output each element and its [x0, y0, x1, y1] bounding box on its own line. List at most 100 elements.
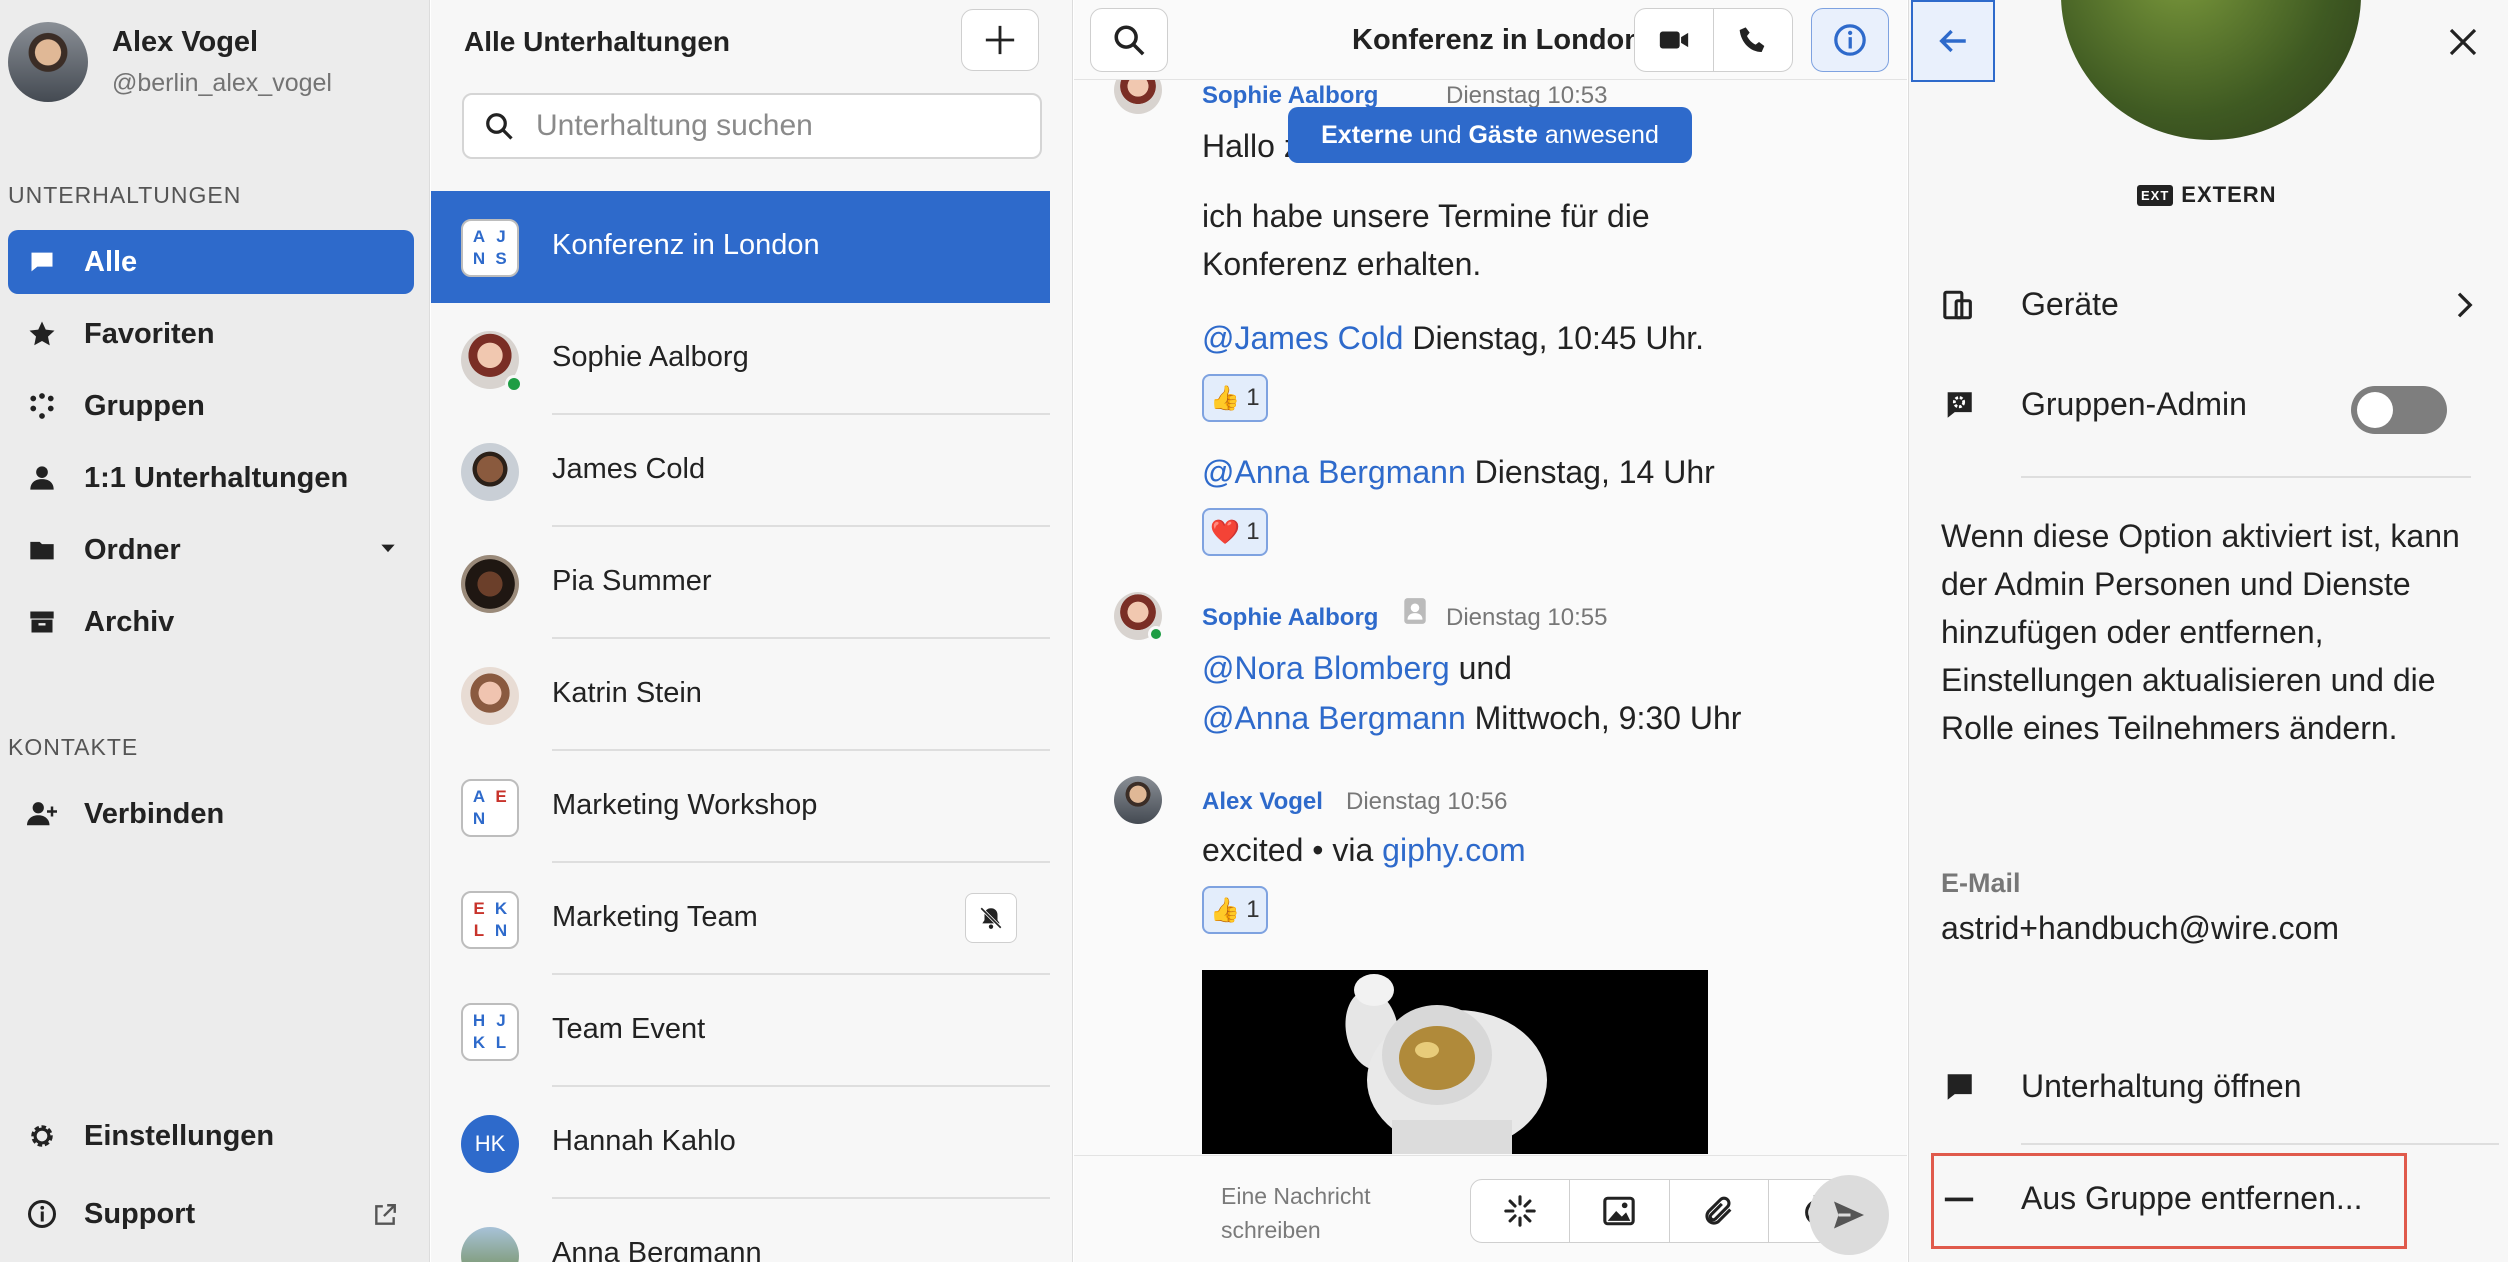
sidebar-item-gruppen[interactable]: Gruppen	[8, 374, 414, 438]
conversation-name: Marketing Workshop	[552, 789, 818, 821]
participant-details-panel: EXT EXTERN Geräte Gruppen-Admin Wenn die…	[1908, 0, 2508, 1262]
conversation-item-james-cold[interactable]: James Cold	[431, 415, 1050, 527]
search-icon	[484, 111, 514, 141]
group-avatar: A E N	[461, 779, 519, 837]
conversation-item-marketing-workshop[interactable]: A E N Marketing Workshop	[431, 751, 1050, 863]
conversation-item-sophie-aalborg[interactable]: Sophie Aalborg	[431, 303, 1050, 415]
video-camera-icon	[1657, 23, 1691, 57]
devices-row[interactable]: Geräte	[1939, 286, 2499, 323]
giphy-link[interactable]: giphy.com	[1382, 832, 1525, 868]
avatar[interactable]	[1114, 80, 1162, 114]
sidebar-item-favoriten[interactable]: Favoriten	[8, 302, 414, 366]
user-profile[interactable]: Alex Vogel @berlin_alex_vogel	[8, 22, 332, 102]
conversation-item-marketing-team[interactable]: E K L N Marketing Team	[431, 863, 1050, 975]
avatar: HK	[461, 1115, 519, 1173]
settings-button[interactable]: Einstellungen	[8, 1104, 414, 1168]
chat-bubble-icon	[26, 246, 58, 278]
conversation-item-pia-summer[interactable]: Pia Summer	[431, 527, 1050, 639]
avatar[interactable]	[1114, 776, 1162, 824]
message-time: Dienstag 10:53	[1446, 82, 1608, 109]
info-icon	[1833, 23, 1867, 57]
attach-file-button[interactable]	[1670, 1180, 1769, 1242]
mention[interactable]: @Anna Bergmann	[1202, 454, 1466, 490]
gif-image-astronaut[interactable]	[1202, 970, 1708, 1154]
sidebar-item-label: Ordner	[84, 533, 181, 566]
sidebar-item-alle[interactable]: Alle	[8, 230, 414, 294]
message-input[interactable]: Eine Nachricht schreiben	[1221, 1179, 1401, 1247]
external-link-icon	[372, 1202, 398, 1228]
group-avatar: A J N S	[461, 219, 519, 277]
divider	[2021, 1143, 2499, 1145]
send-button[interactable]	[1809, 1175, 1889, 1255]
new-conversation-button[interactable]	[961, 9, 1039, 71]
avatar	[461, 667, 519, 725]
message-composer: Eine Nachricht schreiben	[1074, 1155, 1907, 1262]
arrow-left-icon	[1936, 24, 1970, 58]
conversation-info-button[interactable]	[1811, 8, 1889, 72]
conversation-name: Konferenz in London	[552, 229, 820, 261]
open-conversation-button[interactable]: Unterhaltung öffnen	[1939, 1068, 2499, 1105]
conversation-list-panel: Alle Unterhaltungen A J N S Konferenz in…	[431, 0, 1073, 1262]
guests-present-tooltip: Externe und Gäste anwesend	[1288, 107, 1692, 163]
search-box[interactable]	[462, 93, 1042, 159]
mention[interactable]: @Anna Bergmann	[1202, 700, 1466, 736]
chevron-down-icon[interactable]	[378, 538, 398, 558]
conversation-item-anna-bergmann[interactable]: Anna Bergmann	[431, 1199, 1050, 1262]
search-input[interactable]	[536, 109, 1016, 143]
app-window: Alex Vogel @berlin_alex_vogel UNTERHALTU…	[0, 0, 2508, 1262]
online-status-dot	[505, 375, 523, 393]
video-call-button[interactable]	[1634, 8, 1714, 72]
participant-photo	[2061, 0, 2361, 140]
conversation-item-team-event[interactable]: H J K L Team Event	[431, 975, 1050, 1087]
conversation-item-hannah-kahlo[interactable]: HK Hannah Kahlo	[431, 1087, 1050, 1199]
group-admin-toggle[interactable]	[2351, 386, 2447, 434]
image-upload-button[interactable]	[1570, 1180, 1670, 1242]
email-value[interactable]: astrid+handbuch@wire.com	[1941, 910, 2339, 947]
close-button[interactable]	[2439, 18, 2487, 66]
sidebar-item-label: Archiv	[84, 605, 175, 638]
sidebar-item-archiv[interactable]: Archiv	[8, 590, 414, 654]
conversation-item-katrin-stein[interactable]: Katrin Stein	[431, 639, 1050, 751]
support-label: Support	[84, 1197, 196, 1230]
avatar	[461, 555, 519, 613]
mention[interactable]: @Nora Blomberg	[1202, 650, 1450, 686]
unmute-button[interactable]	[965, 893, 1017, 943]
reaction-heart[interactable]: ❤️ 1	[1202, 508, 1268, 556]
message-text: @Nora Blomberg und	[1202, 650, 1512, 686]
star-icon	[26, 318, 58, 350]
ext-icon: EXT	[2137, 184, 2174, 206]
group-avatar: H J K L	[461, 1003, 519, 1061]
sidebar-item-1-1-unterhaltungen[interactable]: 1:1 Unterhaltungen	[8, 446, 414, 510]
message-list: Externe und Gäste anwesend Sophie Aalbor…	[1074, 80, 1907, 1154]
audio-call-button[interactable]	[1713, 8, 1793, 72]
message-text: @James Cold Dienstag, 10:45 Uhr.	[1202, 320, 1705, 356]
chat-header: Konferenz in London	[1074, 0, 1907, 80]
section-label-conversations: UNTERHALTUNGEN	[8, 182, 242, 208]
conversation-item-konferenz-in-london[interactable]: A J N S Konferenz in London	[431, 191, 1050, 303]
chat-bubble-icon	[1939, 1070, 1979, 1104]
sidebar-item-label: Favoriten	[84, 317, 215, 350]
reaction-thumbs-up[interactable]: 👍 1	[1202, 374, 1268, 422]
message-text: excited • via giphy.com	[1202, 832, 1526, 868]
ping-button[interactable]	[1471, 1180, 1571, 1242]
send-icon	[1831, 1197, 1867, 1233]
sidebar-item-label: Verbinden	[84, 797, 225, 830]
reaction-thumbs-up[interactable]: 👍 1	[1202, 886, 1268, 934]
sidebar-item-ordner[interactable]: Ordner	[8, 518, 414, 582]
message-sender[interactable]: Sophie Aalborg	[1202, 604, 1378, 632]
sidebar-item-verbinden[interactable]: Verbinden	[8, 782, 414, 846]
back-button[interactable]	[1911, 0, 1995, 82]
admin-settings-icon	[1939, 388, 1979, 422]
support-button[interactable]: Support	[8, 1182, 414, 1246]
search-in-conversation-button[interactable]	[1090, 8, 1168, 72]
message-sender[interactable]: Alex Vogel	[1202, 788, 1323, 816]
conversation-name: Pia Summer	[552, 565, 712, 597]
mention[interactable]: @James Cold	[1202, 320, 1403, 356]
avatar	[461, 1227, 519, 1262]
conversation-name: James Cold	[552, 453, 706, 485]
paperclip-icon	[1702, 1194, 1736, 1228]
group-avatar: E K L N	[461, 891, 519, 949]
sidebar: Alex Vogel @berlin_alex_vogel UNTERHALTU…	[0, 0, 430, 1262]
avatar[interactable]	[8, 22, 88, 102]
message-sender[interactable]: Sophie Aalborg	[1202, 82, 1378, 110]
